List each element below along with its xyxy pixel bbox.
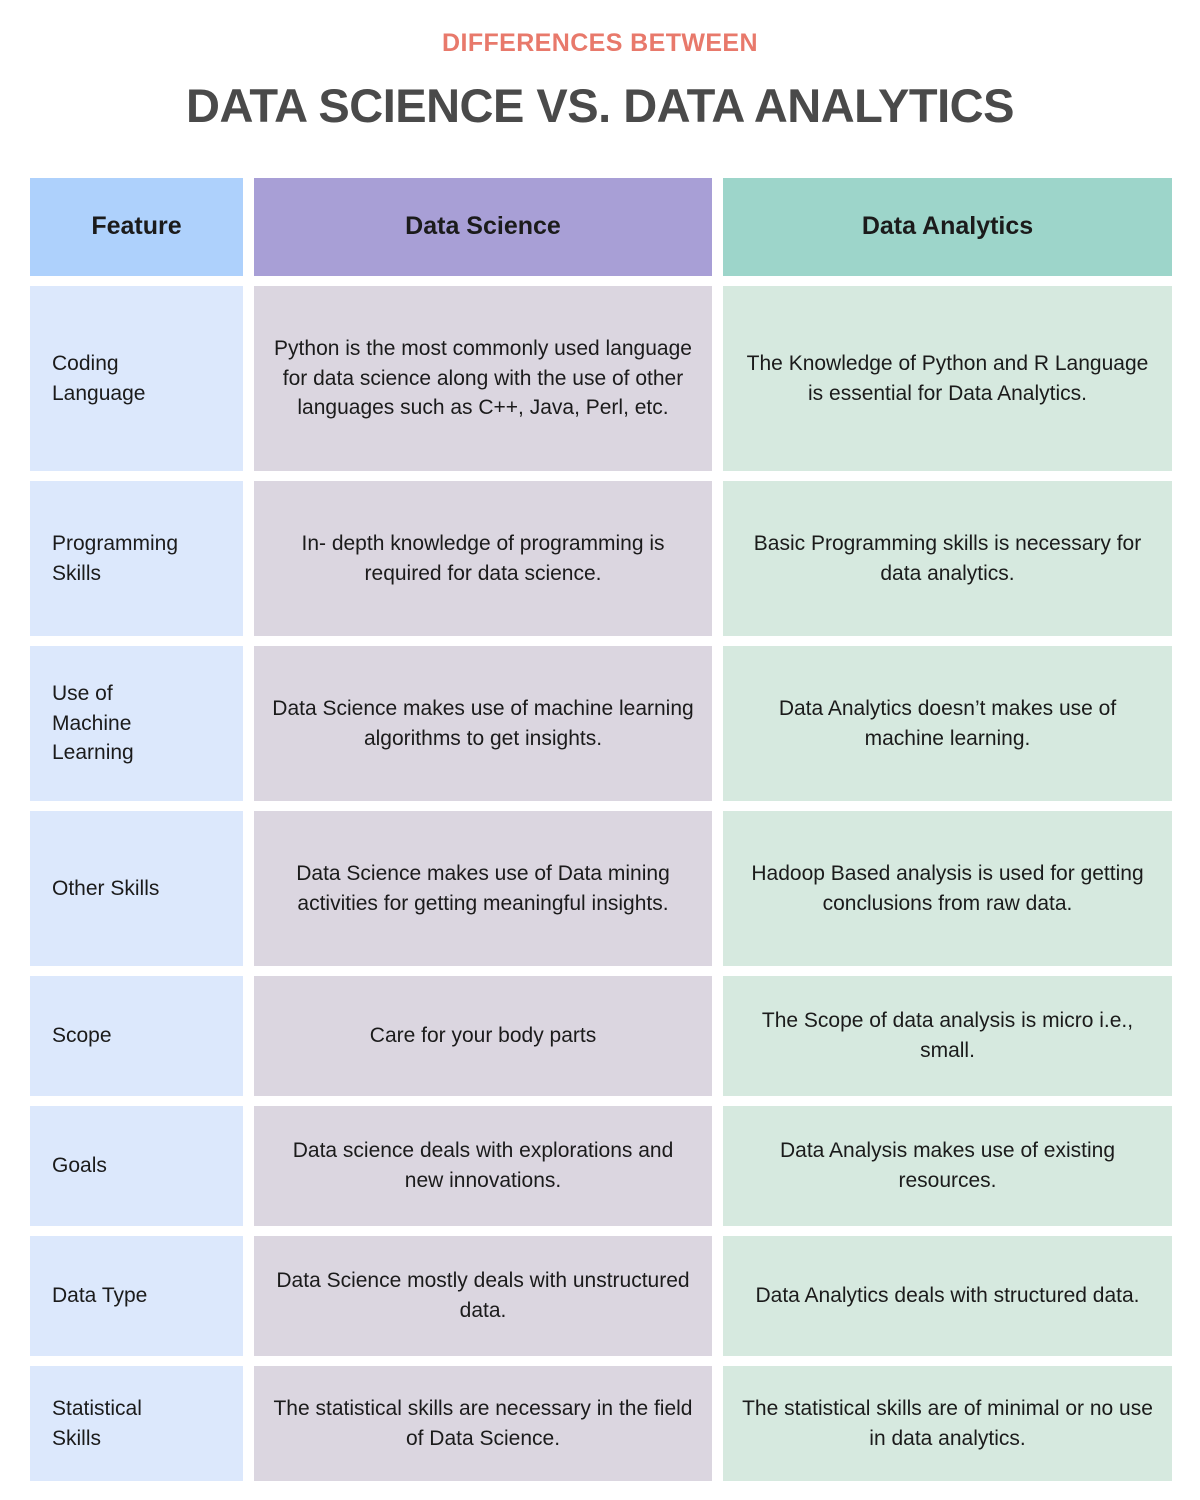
column-header-feature: Feature <box>30 178 243 276</box>
table-row: Data Type Data Science mostly deals with… <box>30 1236 1172 1356</box>
row-feature-cell: Scope <box>30 976 243 1096</box>
comparison-infographic: DIFFERENCES BETWEEN DATA SCIENCE VS. DAT… <box>0 0 1200 1500</box>
row-feature-cell: Coding Language <box>30 286 243 471</box>
table-row: Scope Care for your body parts The Scope… <box>30 976 1172 1096</box>
row-data-analytics-cell: Data Analytics deals with structured dat… <box>723 1236 1172 1356</box>
row-data-analytics-cell: Data Analysis makes use of existing reso… <box>723 1106 1172 1226</box>
row-data-science-cell: Data science deals with explorations and… <box>254 1106 712 1226</box>
table-row: Statistical Skills The statistical skill… <box>30 1366 1172 1481</box>
row-data-science-cell: Care for your body parts <box>254 976 712 1096</box>
table-row: Coding Language Python is the most commo… <box>30 286 1172 471</box>
row-data-science-cell: The statistical skills are necessary in … <box>254 1366 712 1481</box>
table-row: Programming Skills In- depth knowledge o… <box>30 481 1172 636</box>
row-data-science-cell: Python is the most commonly used languag… <box>254 286 712 471</box>
table-row: Use of Machine Learning Data Science mak… <box>30 646 1172 801</box>
eyebrow-text: DIFFERENCES BETWEEN <box>442 29 758 57</box>
row-data-analytics-cell: The statistical skills are of minimal or… <box>723 1366 1172 1481</box>
table-header-row: Feature Data Science Data Analytics <box>30 178 1172 276</box>
row-data-analytics-cell: Basic Programming skills is necessary fo… <box>723 481 1172 636</box>
table-row: Goals Data science deals with exploratio… <box>30 1106 1172 1226</box>
row-data-science-cell: In- depth knowledge of programming is re… <box>254 481 712 636</box>
page-title: DATA SCIENCE VS. DATA ANALYTICS <box>186 78 1014 132</box>
row-data-science-cell: Data Science makes use of Data mining ac… <box>254 811 712 966</box>
row-feature-cell: Other Skills <box>30 811 243 966</box>
title-block: DIFFERENCES BETWEEN DATA SCIENCE VS. DAT… <box>0 0 1200 131</box>
table-row: Other Skills Data Science makes use of D… <box>30 811 1172 966</box>
row-feature-cell: Data Type <box>30 1236 243 1356</box>
row-data-analytics-cell: Hadoop Based analysis is used for gettin… <box>723 811 1172 966</box>
row-data-analytics-cell: The Scope of data analysis is micro i.e.… <box>723 976 1172 1096</box>
column-header-data-science: Data Science <box>254 178 712 276</box>
row-data-analytics-cell: The Knowledge of Python and R Language i… <box>723 286 1172 471</box>
row-feature-cell: Use of Machine Learning <box>30 646 243 801</box>
column-header-data-analytics: Data Analytics <box>723 178 1172 276</box>
row-feature-cell: Goals <box>30 1106 243 1226</box>
row-feature-cell: Statistical Skills <box>30 1366 243 1481</box>
row-data-analytics-cell: Data Analytics doesn’t makes use of mach… <box>723 646 1172 801</box>
row-data-science-cell: Data Science mostly deals with unstructu… <box>254 1236 712 1356</box>
row-feature-cell: Programming Skills <box>30 481 243 636</box>
row-data-science-cell: Data Science makes use of machine learni… <box>254 646 712 801</box>
comparison-table: Feature Data Science Data Analytics Codi… <box>30 178 1172 1481</box>
